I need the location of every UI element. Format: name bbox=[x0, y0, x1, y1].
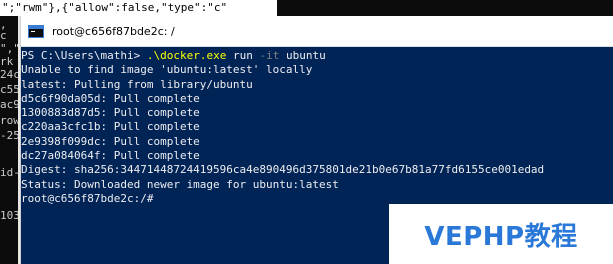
terminal-icon bbox=[28, 24, 44, 38]
status-line: Status: Downloaded newer image for ubunt… bbox=[21, 177, 339, 191]
output-line: latest: Pulling from library/ubuntu bbox=[21, 77, 253, 91]
command-subcommand: run bbox=[226, 49, 260, 62]
output-line: 2e9398f099dc: Pull complete bbox=[21, 134, 200, 148]
output-line: c220aa3cfc1b: Pull complete bbox=[21, 120, 200, 134]
command-image: ubuntu bbox=[279, 49, 326, 62]
background-terminal-json-fragment: ";"rwm"},{"allow":false,"type":"c" bbox=[0, 0, 277, 16]
bg-fragment: "," bbox=[0, 42, 20, 55]
bg-fragment: c bbox=[0, 29, 7, 42]
command-line: PS C:\Users\mathi> .\docker.exe run -it … bbox=[21, 49, 613, 63]
output-line: d5c6f90da05d: Pull complete bbox=[21, 91, 200, 105]
shell-prompt: PS C:\Users\mathi> bbox=[21, 49, 147, 62]
bg-fragment: 24c bbox=[0, 68, 20, 81]
command-flag: -it bbox=[259, 49, 280, 62]
window-title: root@c656f87bde2c: / bbox=[52, 24, 175, 38]
bg-fragment: 103 bbox=[0, 209, 20, 222]
digest-line: Digest: sha256:34471448724419596ca4e8904… bbox=[21, 163, 545, 177]
output-line: dc27a084064f: Pull complete bbox=[21, 149, 200, 163]
bg-fragment: rk bbox=[0, 55, 14, 68]
console-output[interactable]: PS C:\Users\mathi> .\docker.exe run -it … bbox=[21, 47, 613, 206]
bg-fragment: id- bbox=[0, 166, 20, 179]
output-line: 1300883d87d5: Pull complete bbox=[21, 106, 200, 120]
command-executable: .\docker.exe bbox=[146, 49, 227, 62]
bg-fragment: ac9 bbox=[0, 98, 20, 111]
bg-fragment: row bbox=[0, 114, 20, 127]
watermark-logo: VEPHP教程 bbox=[389, 204, 613, 264]
title-bar[interactable]: root@c656f87bde2c: / bbox=[21, 16, 613, 47]
bg-fragment: c55 bbox=[0, 83, 20, 96]
output-line: Unable to find image 'ubuntu:latest' loc… bbox=[21, 63, 313, 77]
bg-fragment: -25 bbox=[0, 129, 20, 142]
